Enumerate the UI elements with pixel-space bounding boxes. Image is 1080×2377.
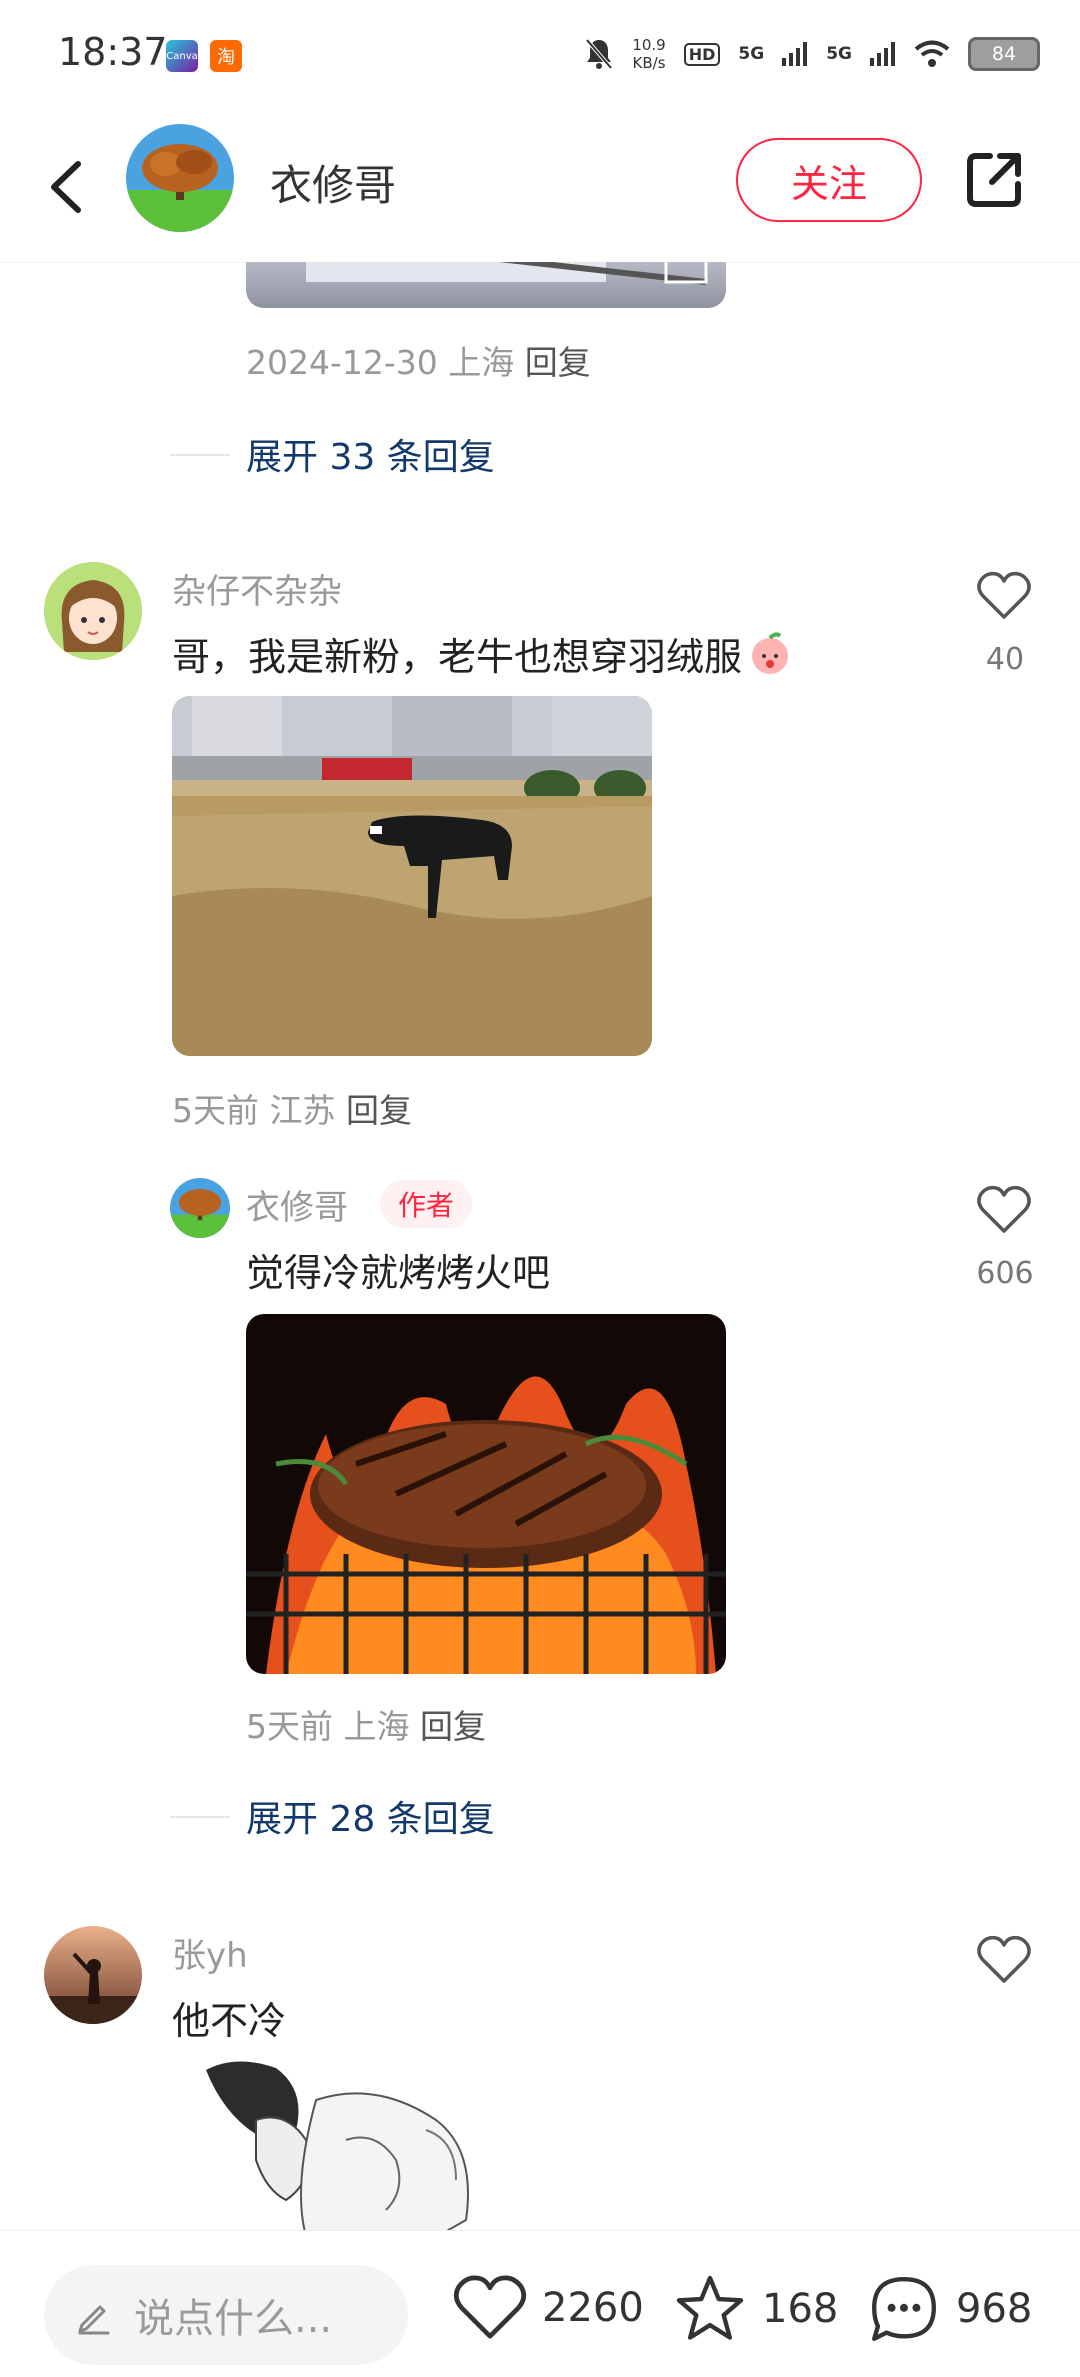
follow-button[interactable]: 关注 <box>736 138 922 222</box>
reply-image[interactable] <box>246 1314 726 1674</box>
comment-text[interactable]: 他不冷 <box>172 1990 286 2045</box>
author-avatar[interactable] <box>126 124 234 232</box>
reply-link[interactable]: 回复 <box>525 343 591 382</box>
author-badge: 作者 <box>380 1180 473 1228</box>
pencil-icon <box>78 2305 110 2335</box>
reply-text[interactable]: 觉得冷就烤烤火吧 <box>246 1242 550 1297</box>
comment-body: 哥，我是新粉，老牛也想穿羽绒服 <box>172 635 743 679</box>
expand-divider <box>170 1816 230 1818</box>
canva-app-icon: Canva <box>166 40 198 72</box>
anime-girl-avatar <box>44 562 142 660</box>
reply-time: 5天前 <box>246 1707 333 1746</box>
heart-icon[interactable] <box>976 1934 1032 1986</box>
hd-icon: HD <box>683 42 721 66</box>
comment-location: 上海 <box>448 343 515 382</box>
battery-indicator: 84 <box>968 37 1040 71</box>
favorite-total: 168 <box>762 2286 839 2332</box>
reply-meta: 5天前 上海 回复 <box>246 1700 486 1748</box>
black-cow-field-photo <box>172 696 652 1056</box>
tree-avatar-image <box>126 124 234 232</box>
author-name[interactable]: 衣修哥 <box>270 152 396 213</box>
favorite-button[interactable]: 168 <box>672 2273 838 2345</box>
like-button[interactable]: 2260 <box>452 2273 644 2343</box>
peach-emoji-icon <box>752 631 789 674</box>
bottom-action-bar: 说点什么... 2260 168 968 <box>0 2230 1080 2377</box>
reply-link[interactable]: 回复 <box>346 1091 412 1130</box>
heart-icon[interactable] <box>976 1184 1032 1236</box>
comments-list[interactable]: 2024-12-30 上海 回复 展开 33 条回复 杂仔不杂杂 哥，我是新粉，… <box>0 262 1080 2230</box>
comment-date: 2024-12-30 <box>246 343 438 382</box>
comment-button[interactable]: 968 <box>866 2273 1032 2345</box>
comment-image[interactable] <box>196 2060 526 2230</box>
like-total: 2260 <box>542 2285 644 2331</box>
comment-image[interactable] <box>172 696 652 1056</box>
manga-sketch-image <box>196 2060 526 2230</box>
star-icon <box>676 2275 744 2340</box>
commenter-avatar[interactable] <box>44 1926 142 2024</box>
share-icon[interactable] <box>962 148 1026 212</box>
comment-text[interactable]: 哥，我是新粉，老牛也想穿羽绒服 <box>172 626 794 681</box>
note-header: 衣修哥 关注 <box>0 112 1080 263</box>
net-speed-unit: KB/s <box>632 54 666 72</box>
comment-meta: 5天前 江苏 回复 <box>172 1084 412 1132</box>
comment-bubble-icon <box>872 2277 936 2341</box>
heart-icon <box>453 2275 527 2339</box>
sunset-silhouette-avatar <box>44 1926 142 2024</box>
expand-replies-link[interactable]: 展开 28 条回复 <box>246 1790 495 1842</box>
comment-time: 5天前 <box>172 1091 259 1130</box>
signal-bars-icon <box>870 42 895 66</box>
tree-avatar-image <box>170 1178 230 1238</box>
grilled-steak-photo <box>246 1314 726 1674</box>
reply-link[interactable]: 回复 <box>420 1707 486 1746</box>
status-time: 18:37 <box>58 30 168 74</box>
status-bar: 18:37 Canva 淘 10.9 KB/s HD 5G 5G 84 <box>0 0 1080 110</box>
comment-total: 968 <box>956 2286 1033 2332</box>
expand-divider <box>170 454 230 456</box>
like-count: 40 <box>985 642 1025 677</box>
expand-replies-link[interactable]: 展开 33 条回复 <box>246 428 495 480</box>
network-speed: 10.9 KB/s <box>632 36 665 72</box>
comment-input[interactable]: 说点什么... <box>44 2265 408 2365</box>
back-arrow-icon[interactable] <box>40 152 100 222</box>
signal-bars-icon <box>782 42 808 66</box>
heart-icon[interactable] <box>976 570 1032 622</box>
wifi-icon <box>914 40 950 67</box>
commenter-avatar[interactable] <box>44 562 142 660</box>
status-icons: 10.9 KB/s HD 5G 5G 84 <box>584 34 1040 74</box>
like-count: 606 <box>976 1256 1034 1291</box>
comment-image[interactable] <box>246 262 726 308</box>
net-speed-value: 10.9 <box>632 36 666 54</box>
mute-bell-icon <box>585 38 613 70</box>
commenter-name[interactable]: 张yh <box>172 1928 248 1977</box>
reply-avatar[interactable] <box>170 1178 230 1238</box>
reply-author-name[interactable]: 衣修哥 <box>246 1180 348 1229</box>
reply-location: 上海 <box>343 1707 410 1746</box>
window-photo <box>306 262 708 285</box>
comment-meta: 2024-12-30 上海 回复 <box>246 336 591 384</box>
commenter-name[interactable]: 杂仔不杂杂 <box>172 564 342 613</box>
comment-location: 江苏 <box>269 1091 336 1130</box>
comment-input-placeholder: 说点什么... <box>134 2296 333 2342</box>
signal-5g-sim1: 5G <box>738 44 765 64</box>
signal-5g-sim2: 5G <box>826 44 852 64</box>
taobao-app-icon: 淘 <box>210 40 242 72</box>
